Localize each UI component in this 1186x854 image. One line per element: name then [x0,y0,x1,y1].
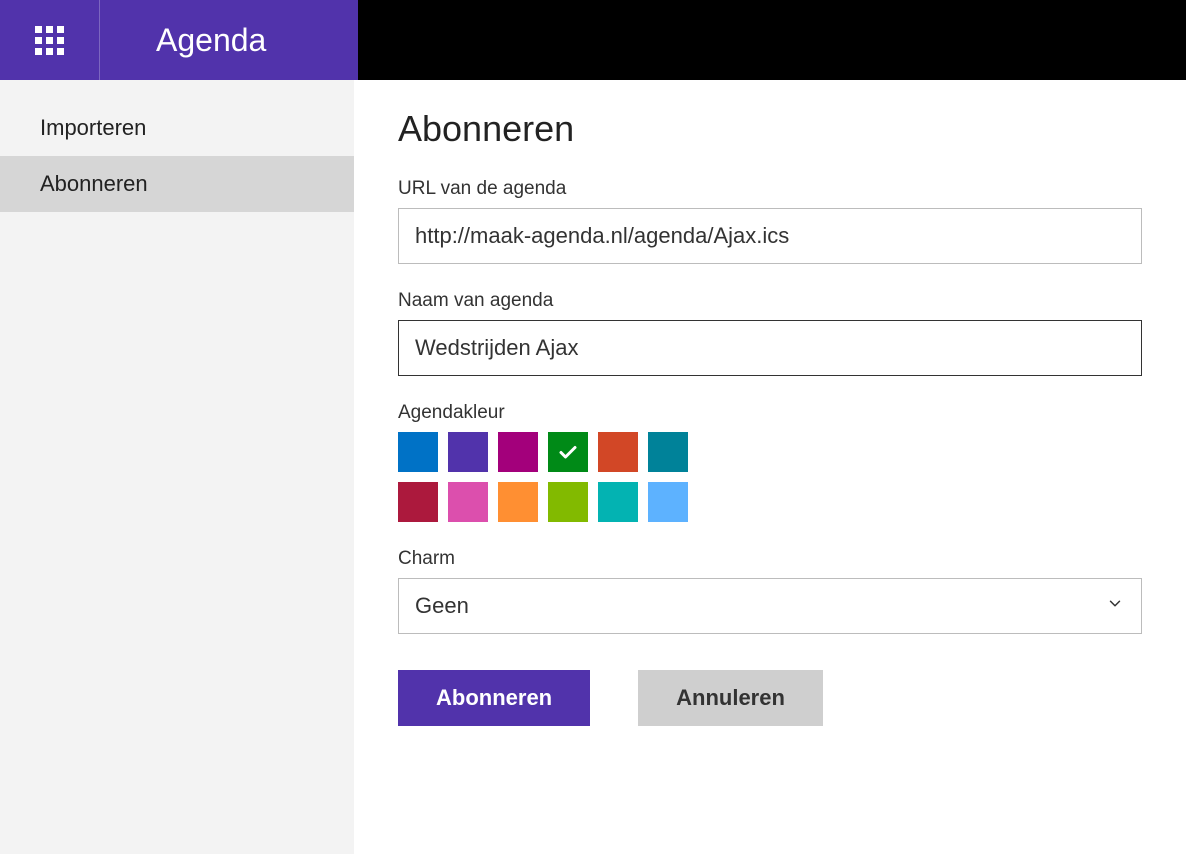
app-title: Agenda [100,22,358,59]
color-swatch-purple[interactable] [448,432,488,472]
page-title: Abonneren [398,108,1142,150]
sidebar-item-label: Importeren [40,115,146,141]
charm-label: Charm [398,548,1142,570]
name-input[interactable] [398,320,1142,376]
charm-select[interactable]: Geen [398,578,1142,634]
color-swatch-lime[interactable] [548,482,588,522]
name-label: Naam van agenda [398,290,1142,312]
waffle-icon [35,26,64,55]
subscribe-button[interactable]: Abonneren [398,670,590,726]
field-color: Agendakleur [398,402,1142,522]
sidebar: Importeren Abonneren [0,80,354,854]
sidebar-item-importeren[interactable]: Importeren [0,100,354,156]
color-swatch-teal[interactable] [648,432,688,472]
color-label: Agendakleur [398,402,1142,424]
field-charm: Charm Geen [398,548,1142,634]
sidebar-item-label: Abonneren [40,171,148,197]
color-swatch-orange-red[interactable] [598,432,638,472]
color-swatch-green[interactable] [548,432,588,472]
main-content: Abonneren URL van de agenda Naam van age… [354,80,1186,854]
color-swatch-blue[interactable] [398,432,438,472]
color-swatch-cyan[interactable] [598,482,638,522]
charm-select-value: Geen [415,593,469,619]
url-label: URL van de agenda [398,178,1142,200]
body: Importeren Abonneren Abonneren URL van d… [0,80,1186,854]
color-swatch-sky[interactable] [648,482,688,522]
field-url: URL van de agenda [398,178,1142,264]
field-name: Naam van agenda [398,290,1142,376]
url-input[interactable] [398,208,1142,264]
sidebar-item-abonneren[interactable]: Abonneren [0,156,354,212]
checkmark-icon [556,440,580,464]
cancel-button[interactable]: Annuleren [638,670,823,726]
charm-select-wrap: Geen [398,578,1142,634]
app-launcher-button[interactable] [0,0,100,80]
color-swatch-pink[interactable] [448,482,488,522]
button-row: Abonneren Annuleren [398,670,1142,726]
color-swatch-magenta[interactable] [498,432,538,472]
color-swatch-orange[interactable] [498,482,538,522]
color-swatch-crimson[interactable] [398,482,438,522]
header: Agenda [0,0,1186,80]
header-brand: Agenda [0,0,358,80]
color-grid [398,432,1142,522]
